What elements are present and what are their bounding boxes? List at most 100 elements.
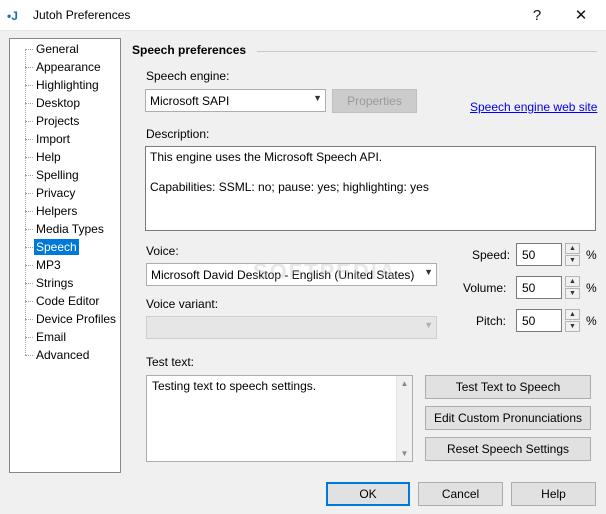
tree-connector xyxy=(25,265,33,266)
tree-item-label: Email xyxy=(36,330,67,344)
tree-item-code-editor[interactable]: Code Editor xyxy=(10,292,120,310)
tree-connector xyxy=(25,319,33,320)
description-box: This engine uses the Microsoft Speech AP… xyxy=(145,146,596,231)
watermark: SOFTPEDIA xyxy=(253,259,397,284)
tree-item-media-types[interactable]: Media Types xyxy=(10,220,120,238)
tree-connector xyxy=(25,67,33,68)
tree-connector xyxy=(25,157,33,158)
tree-connector xyxy=(25,355,33,356)
pitch-percent: % xyxy=(586,314,597,328)
test-text-input[interactable]: Testing text to speech settings. xyxy=(146,375,413,462)
tree-connector xyxy=(25,103,33,104)
speech-engine-website-link[interactable]: Speech engine web site xyxy=(470,100,597,114)
speed-label: Speed: xyxy=(472,248,511,262)
tree-item-advanced[interactable]: Advanced xyxy=(10,346,120,364)
scroll-down-icon[interactable]: ▼ xyxy=(397,446,412,461)
tree-item-speech[interactable]: Speech xyxy=(10,238,120,256)
tree-item-label: Privacy xyxy=(36,186,76,200)
tree-item-appearance[interactable]: Appearance xyxy=(10,58,120,76)
tree-item-label: Import xyxy=(36,132,71,146)
preferences-tree[interactable]: General Appearance Highlighting Desktop Proj… xyxy=(9,38,121,473)
ok-button[interactable]: OK xyxy=(326,482,410,506)
spin-up-icon[interactable]: ▲ xyxy=(565,276,580,287)
app-icon: •J xyxy=(7,9,18,23)
tree-item-help[interactable]: Help xyxy=(10,148,120,166)
speech-engine-select[interactable]: Microsoft SAPI ▼ xyxy=(145,89,326,112)
chevron-down-icon: ▼ xyxy=(424,320,433,330)
pitch-value: 50 xyxy=(522,314,536,328)
speed-spinner[interactable]: ▲ ▼ xyxy=(565,243,580,266)
tree-item-label: General xyxy=(36,42,79,56)
volume-value: 50 xyxy=(522,281,536,295)
tree-connector xyxy=(25,337,33,338)
tree-item-privacy[interactable]: Privacy xyxy=(10,184,120,202)
tree-item-label: Highlighting xyxy=(36,78,99,92)
volume-input[interactable]: 50 xyxy=(516,276,562,299)
edit-custom-pronunciations-button[interactable]: Edit Custom Pronunciations xyxy=(425,406,591,430)
tree-item-import[interactable]: Import xyxy=(10,130,120,148)
tree-item-desktop[interactable]: Desktop xyxy=(10,94,120,112)
properties-button[interactable]: Properties xyxy=(332,89,417,113)
tree-connector xyxy=(25,247,33,248)
description-text-line-1: This engine uses the Microsoft Speech AP… xyxy=(150,150,383,164)
tree-item-label: Spelling xyxy=(36,168,79,182)
tree-item-label: Device Profiles xyxy=(36,312,117,326)
tree-item-label: Advanced xyxy=(36,348,90,362)
tree-connector xyxy=(25,193,33,194)
description-label: Description: xyxy=(146,127,210,141)
tree-item-label: Help xyxy=(36,150,61,164)
reset-speech-settings-button[interactable]: Reset Speech Settings xyxy=(425,437,591,461)
tree-item-mp3[interactable]: MP3 xyxy=(10,256,120,274)
tree-item-highlighting[interactable]: Highlighting xyxy=(10,76,120,94)
tree-item-general[interactable]: General xyxy=(10,40,120,58)
spin-down-icon[interactable]: ▼ xyxy=(565,255,580,266)
tree-connector xyxy=(25,49,33,50)
tree-item-label: Helpers xyxy=(36,204,78,218)
voice-variant-select: ▼ xyxy=(146,316,437,339)
speech-engine-value: Microsoft SAPI xyxy=(150,94,230,108)
pitch-spinner[interactable]: ▲ ▼ xyxy=(565,309,580,332)
tree-item-strings[interactable]: Strings xyxy=(10,274,120,292)
section-divider xyxy=(257,51,597,52)
tree-connector xyxy=(25,121,33,122)
test-text-value: Testing text to speech settings. xyxy=(152,379,317,393)
tree-connector xyxy=(25,85,33,86)
tree-connector xyxy=(25,211,33,212)
tree-connector xyxy=(25,175,33,176)
help-icon[interactable]: ? xyxy=(525,5,549,27)
tree-item-helpers[interactable]: Helpers xyxy=(10,202,120,220)
tree-item-label: MP3 xyxy=(36,258,61,272)
tree-item-projects[interactable]: Projects xyxy=(10,112,120,130)
tree-connector xyxy=(25,229,33,230)
spin-up-icon[interactable]: ▲ xyxy=(565,309,580,320)
test-text-scrollbar[interactable]: ▲ ▼ xyxy=(396,376,412,461)
tree-item-label: Projects xyxy=(36,114,80,128)
description-text-line-2: Capabilities: SSML: no; pause: yes; high… xyxy=(150,180,429,194)
test-text-to-speech-button[interactable]: Test Text to Speech xyxy=(425,375,591,399)
pitch-label: Pitch: xyxy=(476,314,507,328)
chevron-down-icon: ▼ xyxy=(313,93,322,103)
test-text-label: Test text: xyxy=(146,355,195,369)
volume-spinner[interactable]: ▲ ▼ xyxy=(565,276,580,299)
tree-connector xyxy=(25,139,33,140)
voice-label: Voice: xyxy=(146,244,179,258)
cancel-button[interactable]: Cancel xyxy=(418,482,503,506)
tree-item-spelling[interactable]: Spelling xyxy=(10,166,120,184)
tree-item-device-profiles[interactable]: Device Profiles xyxy=(10,310,120,328)
pitch-input[interactable]: 50 xyxy=(516,309,562,332)
spin-down-icon[interactable]: ▼ xyxy=(565,288,580,299)
scroll-up-icon[interactable]: ▲ xyxy=(397,376,412,391)
tree-item-label: Strings xyxy=(36,276,74,290)
speed-input[interactable]: 50 xyxy=(516,243,562,266)
tree-item-email[interactable]: Email xyxy=(10,328,120,346)
tree-item-label: Appearance xyxy=(36,60,101,74)
tree-item-label: Media Types xyxy=(36,222,104,236)
voice-variant-label: Voice variant: xyxy=(146,297,219,311)
spin-up-icon[interactable]: ▲ xyxy=(565,243,580,254)
tree-connector xyxy=(25,283,33,284)
close-icon[interactable]: ✕ xyxy=(569,5,593,27)
volume-percent: % xyxy=(586,281,597,295)
spin-down-icon[interactable]: ▼ xyxy=(565,321,580,332)
help-button[interactable]: Help xyxy=(511,482,596,506)
title-bar: •J Jutoh Preferences ? ✕ xyxy=(0,0,606,31)
